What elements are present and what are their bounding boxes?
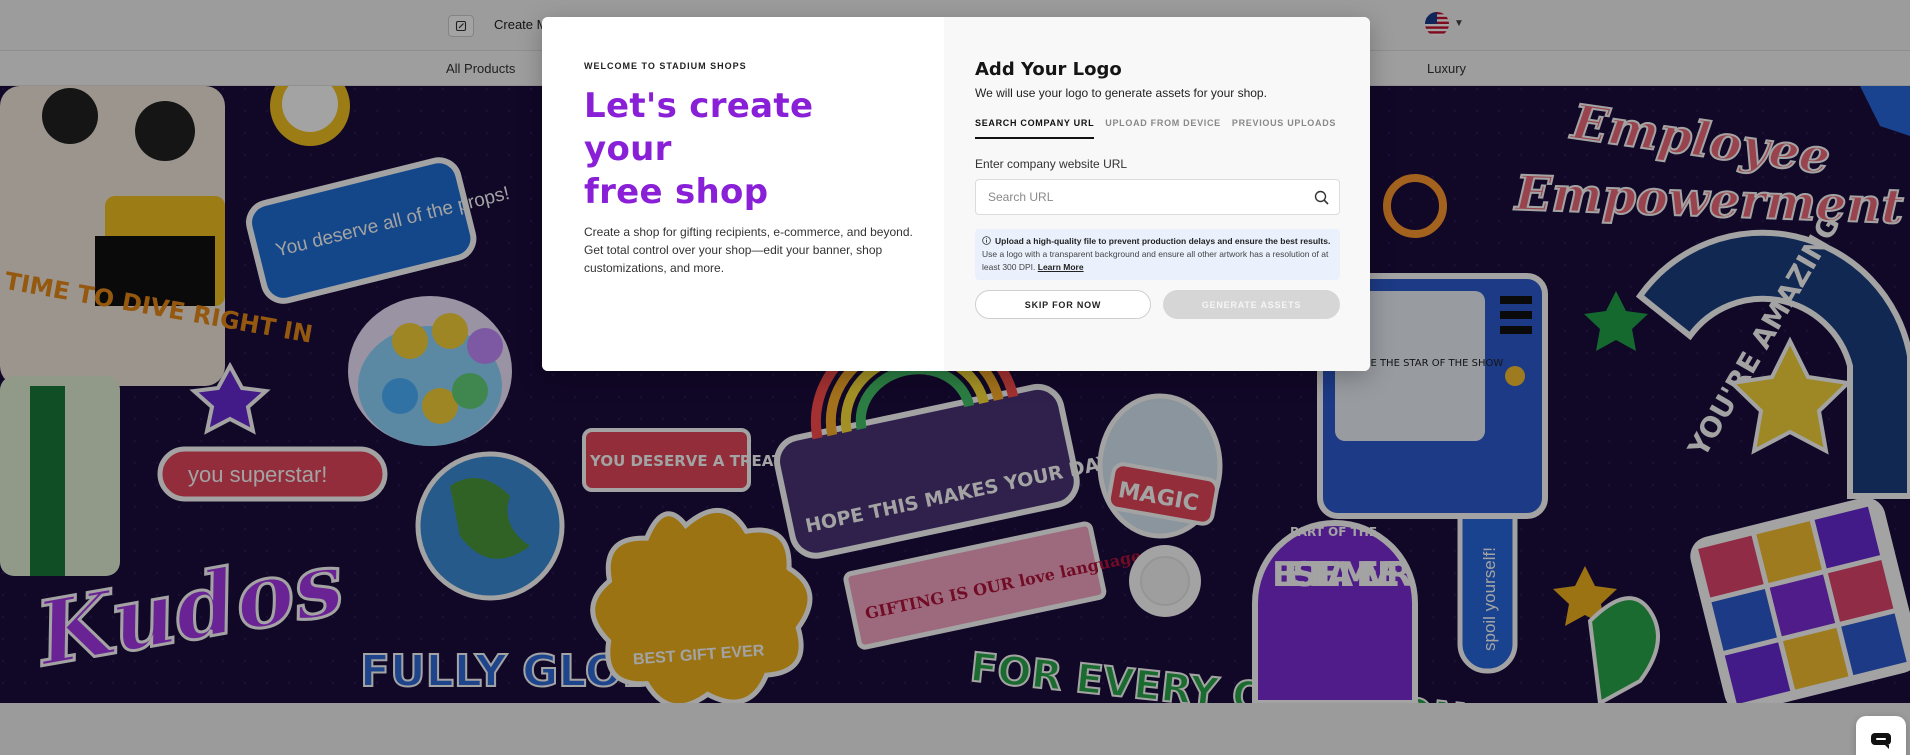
url-search-input[interactable] <box>976 180 1296 214</box>
info-icon <box>982 236 991 245</box>
headline-line-2: free shop <box>584 172 769 212</box>
add-logo-subtitle: We will use your logo to generate assets… <box>975 86 1267 100</box>
modal-headline: Let's create your free shop <box>584 85 902 214</box>
welcome-eyebrow: WELCOME TO STADIUM SHOPS <box>584 61 747 71</box>
info-bold-text: Upload a high-quality file to prevent pr… <box>995 236 1331 246</box>
url-field-label: Enter company website URL <box>975 157 1128 171</box>
info-text: Use a logo with a transparent background… <box>982 249 1329 272</box>
modal-description: Create a shop for gifting recipients, e-… <box>584 225 913 275</box>
add-logo-title: Add Your Logo <box>975 59 1122 80</box>
chat-widget-button[interactable] <box>1856 716 1906 755</box>
generate-assets-button[interactable]: GENERATE ASSETS <box>1163 290 1340 319</box>
create-shop-modal: WELCOME TO STADIUM SHOPS Let's create yo… <box>542 17 1370 371</box>
add-logo-panel: Add Your Logo We will use your logo to g… <box>944 17 1370 371</box>
modal-actions: SKIP FOR NOW GENERATE ASSETS <box>975 290 1340 319</box>
learn-more-link[interactable]: Learn More <box>1038 262 1084 272</box>
headline-line-1: Let's create your <box>584 86 814 169</box>
tab-previous-uploads[interactable]: PREVIOUS UPLOADS <box>1232 118 1336 139</box>
chat-icon <box>1871 733 1891 749</box>
upload-info-box: Upload a high-quality file to prevent pr… <box>975 229 1340 280</box>
tab-search-company-url[interactable]: SEARCH COMPANY URL <box>975 118 1095 139</box>
url-search-field <box>975 179 1340 215</box>
skip-for-now-button[interactable]: SKIP FOR NOW <box>975 290 1151 319</box>
search-icon[interactable] <box>1314 190 1329 205</box>
tab-upload-from-device[interactable]: UPLOAD FROM DEVICE <box>1105 118 1221 139</box>
logo-source-tabs: SEARCH COMPANY URL UPLOAD FROM DEVICE PR… <box>975 118 1340 139</box>
modal-intro-panel: WELCOME TO STADIUM SHOPS Let's create yo… <box>542 17 944 371</box>
